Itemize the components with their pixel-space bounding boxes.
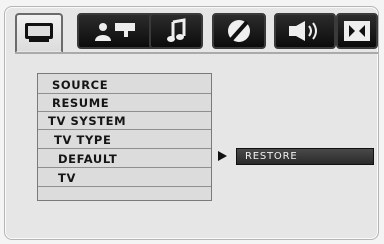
menu-item-tv-type[interactable]: TV TYPE <box>38 131 211 149</box>
tab-parental[interactable] <box>212 13 266 49</box>
person-speech-icon <box>90 18 142 44</box>
pointer-arrow-icon <box>218 151 227 161</box>
menu-item-source[interactable]: SOURCE <box>38 76 211 94</box>
menu-item-label: DEFAULT <box>58 152 118 166</box>
menu-list: SOURCE RESUME TV SYSTEM TV TYPE DEFAULT … <box>37 73 212 201</box>
submenu-restore-option[interactable]: RESTORE <box>236 148 374 165</box>
menu-item-tv-system[interactable]: TV SYSTEM <box>38 112 211 130</box>
tab-dolby[interactable] <box>336 13 378 49</box>
music-note-icon <box>162 17 190 45</box>
menu-item-label: RESUME <box>52 96 110 110</box>
setup-menu-panel: SOURCE RESUME TV SYSTEM TV TYPE DEFAULT … <box>4 6 379 240</box>
monitor-icon <box>22 20 56 46</box>
circle-slash-icon <box>224 16 254 46</box>
menu-item-tv[interactable]: TV <box>38 169 211 187</box>
settings-screen: SOURCE RESUME TV SYSTEM TV TYPE DEFAULT … <box>0 0 384 244</box>
settings-tab-bar <box>15 13 378 53</box>
tab-divider <box>15 52 378 54</box>
submenu-label: RESTORE <box>245 151 298 162</box>
tab-audio[interactable] <box>149 13 203 49</box>
dolby-icon <box>342 19 372 43</box>
tab-language[interactable] <box>77 13 155 49</box>
menu-item-resume[interactable]: RESUME <box>38 94 211 112</box>
tab-speaker[interactable] <box>274 13 336 49</box>
menu-item-label: TV <box>58 171 76 185</box>
menu-item-label: TV TYPE <box>54 133 112 147</box>
speaker-icon <box>285 18 325 44</box>
tab-video[interactable] <box>15 13 63 53</box>
menu-item-label: SOURCE <box>52 78 109 92</box>
menu-item-default[interactable]: DEFAULT <box>38 150 211 168</box>
menu-item-label: TV SYSTEM <box>48 114 127 128</box>
